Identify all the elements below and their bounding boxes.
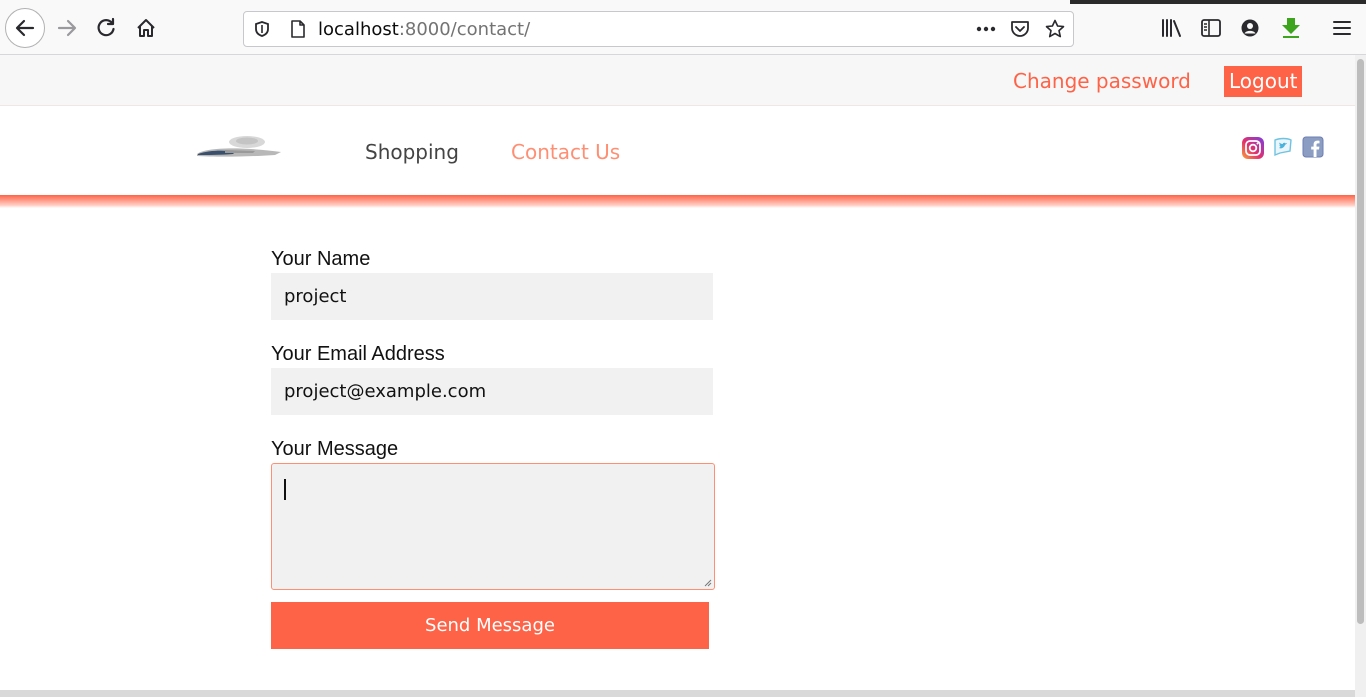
star-icon[interactable] bbox=[1045, 19, 1065, 39]
browser-toolbar: localhost:8000/contact/ bbox=[0, 0, 1366, 55]
page-scrollbar[interactable] bbox=[1355, 55, 1366, 697]
shield-icon[interactable] bbox=[252, 19, 272, 39]
url-text[interactable]: localhost:8000/contact/ bbox=[318, 19, 530, 40]
account-icon[interactable] bbox=[1237, 15, 1263, 41]
library-icon[interactable] bbox=[1159, 15, 1185, 41]
sidebar-icon[interactable] bbox=[1198, 15, 1224, 41]
page-content: Change password Logout Shopping Contact … bbox=[0, 55, 1355, 697]
url-bar[interactable]: localhost:8000/contact/ bbox=[243, 11, 1074, 47]
reload-icon[interactable] bbox=[93, 15, 119, 41]
site-logo[interactable] bbox=[195, 132, 285, 160]
facebook-icon[interactable] bbox=[1302, 136, 1326, 160]
url-path: :8000/contact/ bbox=[398, 19, 531, 40]
nav-shopping[interactable]: Shopping bbox=[365, 140, 459, 164]
account-bar: Change password Logout bbox=[0, 55, 1355, 105]
contact-form: Your Name project Your Email Address pro… bbox=[271, 245, 715, 590]
name-field[interactable]: project bbox=[271, 273, 713, 320]
url-host: localhost bbox=[318, 19, 399, 40]
instagram-icon[interactable] bbox=[1241, 136, 1265, 160]
forward-arrow-icon[interactable] bbox=[54, 15, 80, 41]
text-caret bbox=[284, 479, 286, 500]
resize-handle-icon[interactable] bbox=[703, 578, 712, 587]
message-textarea[interactable] bbox=[271, 463, 715, 590]
twitter-icon[interactable] bbox=[1272, 136, 1296, 160]
logout-button[interactable]: Logout bbox=[1224, 66, 1303, 97]
name-label: Your Name bbox=[271, 248, 371, 270]
more-dots-icon[interactable] bbox=[976, 19, 996, 39]
message-label: Your Message bbox=[271, 438, 399, 460]
change-password-link[interactable]: Change password bbox=[1013, 69, 1191, 93]
home-icon[interactable] bbox=[133, 15, 159, 41]
window-top-strip bbox=[1070, 0, 1366, 4]
footer-edge bbox=[0, 690, 1355, 697]
download-icon[interactable] bbox=[1278, 15, 1304, 41]
email-field[interactable]: project@example.com bbox=[271, 368, 713, 415]
back-arrow-icon[interactable] bbox=[5, 8, 45, 48]
page-icon bbox=[288, 19, 308, 39]
scrollbar-thumb[interactable] bbox=[1357, 59, 1364, 624]
nav-contact-us[interactable]: Contact Us bbox=[511, 140, 620, 164]
hamburger-menu-icon[interactable] bbox=[1329, 15, 1355, 41]
email-label: Your Email Address bbox=[271, 343, 445, 365]
send-message-button[interactable]: Send Message bbox=[271, 602, 709, 649]
pocket-icon[interactable] bbox=[1010, 19, 1030, 39]
header-accent-bar bbox=[0, 195, 1355, 208]
site-header: Shopping Contact Us bbox=[0, 105, 1355, 195]
